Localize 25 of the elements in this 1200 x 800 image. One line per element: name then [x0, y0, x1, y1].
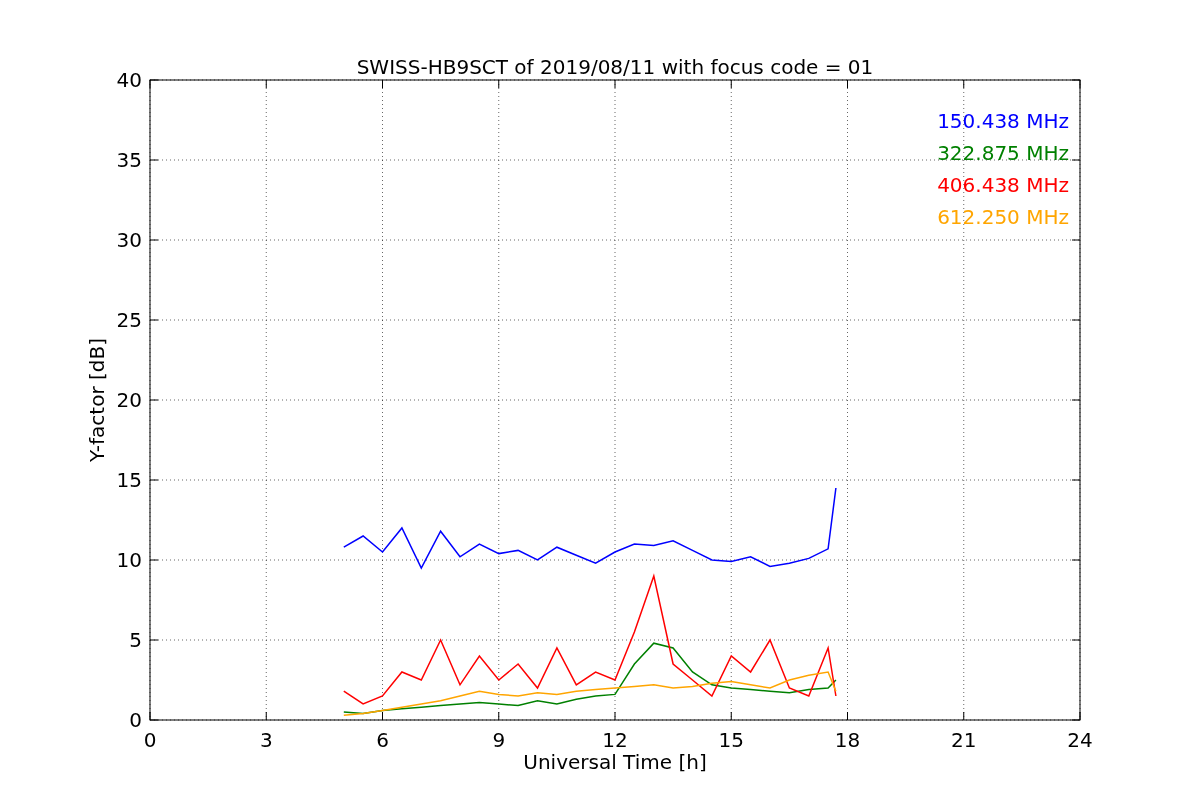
- x-tick-label: 24: [1067, 728, 1093, 752]
- x-tick-label: 3: [259, 728, 273, 752]
- legend-label: 150.438 MHz: [937, 109, 1069, 133]
- x-tick-label: 0: [143, 728, 157, 752]
- y-tick-label: 5: [129, 628, 142, 652]
- y-tick-label: 15: [116, 468, 142, 492]
- x-tick-label: 6: [376, 728, 389, 752]
- legend-label: 406.438 MHz: [937, 173, 1069, 197]
- y-tick-label: 35: [116, 148, 142, 172]
- x-tick-label: 21: [951, 728, 977, 752]
- x-tick-label: 15: [718, 728, 744, 752]
- y-tick-label: 20: [116, 388, 142, 412]
- y-tick-label: 30: [116, 228, 142, 252]
- x-tick-label: 12: [602, 728, 628, 752]
- x-axis-label: Universal Time [h]: [523, 750, 707, 774]
- y-tick-label: 0: [129, 708, 142, 732]
- chart-title: SWISS-HB9SCT of 2019/08/11 with focus code = 01: [356, 55, 874, 79]
- legend-label: 612.250 MHz: [937, 205, 1069, 229]
- x-tick-label: 9: [492, 728, 506, 752]
- legend-label: 322.875 MHz: [937, 141, 1069, 165]
- y-tick-label: 25: [116, 308, 142, 332]
- y-axis-label: Y-factor [dB]: [85, 338, 109, 462]
- x-tick-label: 18: [834, 728, 861, 752]
- y-tick-label: 10: [116, 548, 142, 572]
- y-tick-label: 40: [116, 68, 142, 92]
